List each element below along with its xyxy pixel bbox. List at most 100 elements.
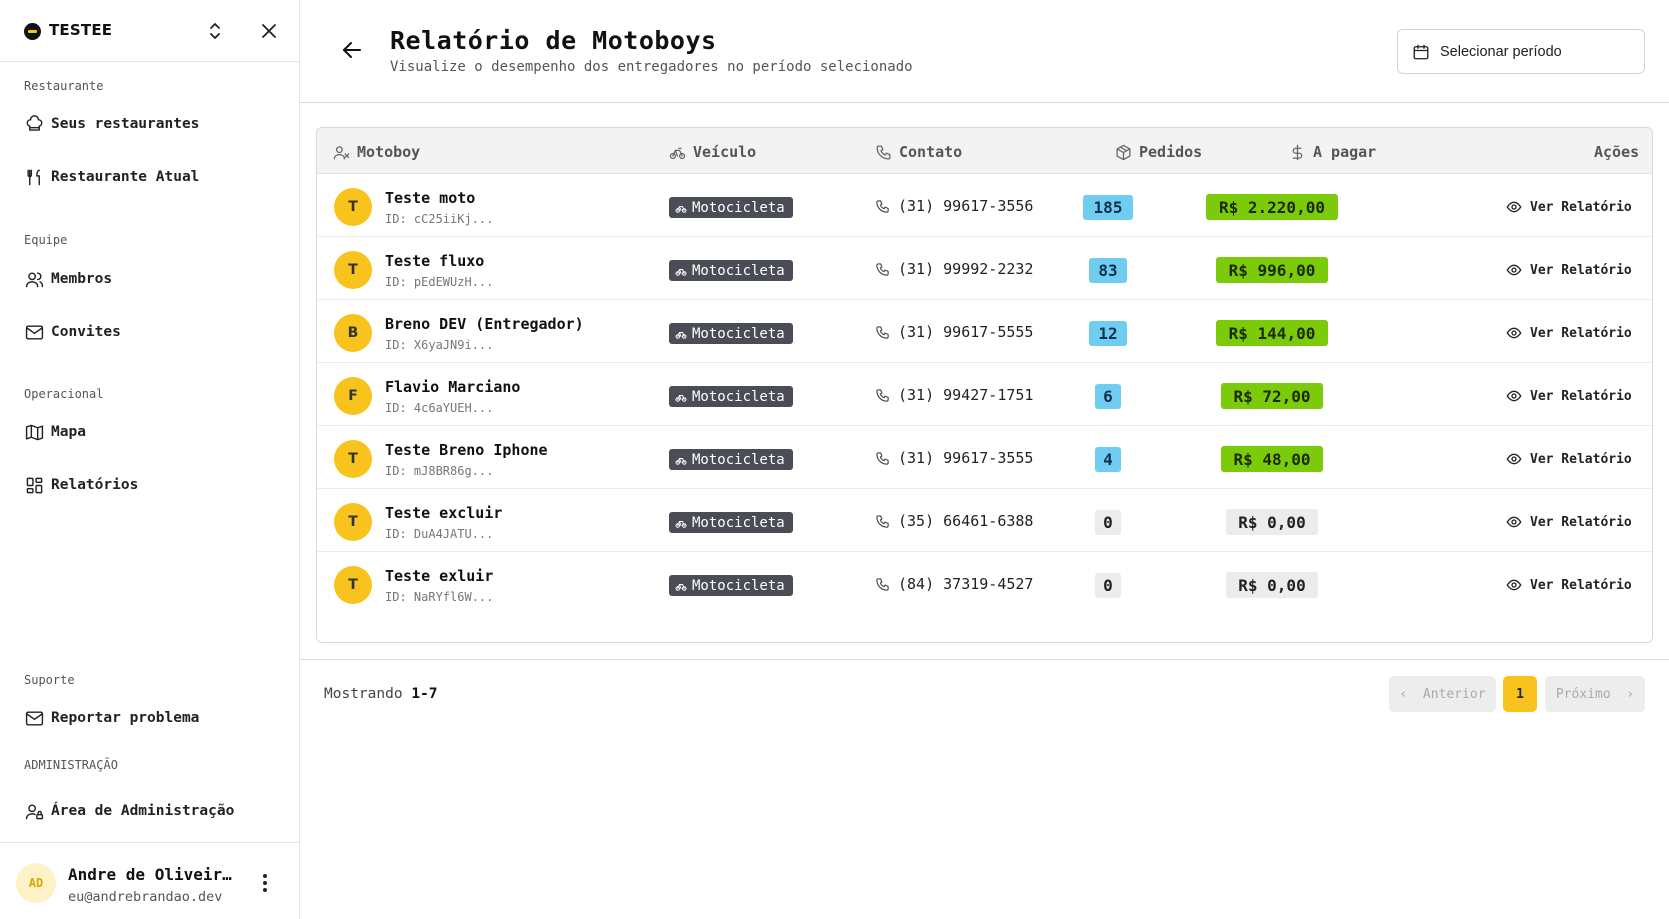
motoboy-name: Breno DEV (Entregador) xyxy=(385,315,584,333)
section-label-equipe: Equipe xyxy=(24,233,68,247)
chef-hat-icon xyxy=(26,114,43,131)
previous-label: Anterior xyxy=(1422,686,1486,702)
map-icon xyxy=(25,424,44,440)
view-report-button[interactable]: Ver Relatório xyxy=(1506,577,1632,593)
orders-badge: 83 xyxy=(1089,258,1127,283)
page-header: Relatório de Motoboys Visualize o desemp… xyxy=(300,0,1669,103)
more-vertical-icon[interactable] xyxy=(256,871,274,895)
vehicle-label: Motocicleta xyxy=(692,451,785,468)
close-icon[interactable] xyxy=(259,20,279,42)
mail-icon xyxy=(25,324,44,340)
sidebar-item-membros[interactable]: Membros xyxy=(16,261,284,297)
view-report-label: Ver Relatório xyxy=(1530,577,1632,593)
pagination-next-button[interactable]: Próximo › xyxy=(1545,676,1645,712)
eye-icon xyxy=(1506,579,1522,591)
table-row: B Breno DEV (Entregador) ID: X6yaJN9i... Mo… xyxy=(317,300,1652,363)
orders-badge: 6 xyxy=(1095,384,1121,409)
view-report-button[interactable]: Ver Relatório xyxy=(1506,262,1632,278)
motoboy-name: Teste excluir xyxy=(385,504,503,522)
phone-number: (31) 99617-5555 xyxy=(898,323,1034,341)
view-report-button[interactable]: Ver Relatório xyxy=(1506,388,1632,404)
pagination-page-1[interactable]: 1 xyxy=(1503,676,1537,712)
amount-due-badge: R$ 2.220,00 xyxy=(1205,194,1339,220)
pagination-summary: Mostrando 1-7 xyxy=(324,686,438,702)
sidebar-item-convites[interactable]: Convites xyxy=(16,314,284,350)
chevrons-up-down-icon[interactable] xyxy=(205,20,225,42)
user-x-icon xyxy=(333,145,350,160)
select-period-button[interactable]: Selecionar período xyxy=(1397,29,1645,74)
motoboy-name: Teste moto xyxy=(385,189,476,207)
sidebar-item-label: Restaurante Atual xyxy=(51,169,200,185)
table-row: T Teste excluir ID: DuA4JATU... Motocicleta… xyxy=(317,489,1652,552)
contact-phone: (31) 99617-3555 xyxy=(875,449,1033,467)
user-lock-icon xyxy=(25,803,44,819)
section-label-restaurante: Restaurante xyxy=(24,79,104,93)
amount-due-badge: R$ 996,00 xyxy=(1216,257,1328,283)
column-label: Motoboy xyxy=(357,143,421,161)
restaurant-switcher[interactable]: TESTEE xyxy=(0,0,299,62)
view-report-button[interactable]: Ver Relatório xyxy=(1506,325,1632,341)
sidebar-item-relatorios[interactable]: Relatórios xyxy=(16,467,284,503)
column-header-a-pagar: A pagar xyxy=(1289,143,1376,161)
column-label: Veículo xyxy=(693,143,757,161)
chevron-left-icon: ‹ xyxy=(1399,686,1423,702)
phone-icon xyxy=(876,577,889,591)
eye-icon xyxy=(1506,201,1522,213)
orders-badge: 4 xyxy=(1095,447,1121,472)
table-row: F Flavio Marciano ID: 4c6aYUEH... Motocicle… xyxy=(317,363,1652,426)
motoboy-avatar: T xyxy=(334,440,372,478)
motoboy-id: ID: X6yaJN9i... xyxy=(385,338,494,352)
view-report-label: Ver Relatório xyxy=(1530,325,1632,341)
user-email: eu@andrebrandao.dev xyxy=(68,889,223,905)
phone-number: (31) 99427-1751 xyxy=(898,386,1034,404)
vehicle-badge: Motocicleta xyxy=(669,449,793,470)
user-profile[interactable]: AD Andre de Oliveira Brandão eu@andrebra… xyxy=(0,842,299,919)
amount-due-badge: R$ 144,00 xyxy=(1216,320,1328,346)
eye-icon xyxy=(1506,264,1522,276)
vehicle-label: Motocicleta xyxy=(692,262,785,279)
motoboy-id: ID: mJ8BR86g... xyxy=(385,464,494,478)
sidebar-item-label: Membros xyxy=(51,271,113,287)
view-report-button[interactable]: Ver Relatório xyxy=(1506,514,1632,530)
section-label-operacional: Operacional xyxy=(24,387,104,401)
phone-number: (84) 37319-4527 xyxy=(898,575,1034,593)
sidebar-item-restaurante-atual[interactable]: Restaurante Atual xyxy=(16,159,284,195)
contact-phone: (31) 99427-1751 xyxy=(875,386,1033,404)
vehicle-label: Motocicleta xyxy=(692,388,785,405)
sidebar: TESTEE Restaurante Seus restaurantes Res… xyxy=(0,0,300,919)
divider xyxy=(300,659,1669,660)
arrow-left-icon[interactable] xyxy=(340,38,364,62)
sidebar-item-seus-restaurantes[interactable]: Seus restaurantes xyxy=(16,106,284,142)
view-report-button[interactable]: Ver Relatório xyxy=(1506,199,1632,215)
sidebar-item-area-administracao[interactable]: Área de Administração xyxy=(16,793,284,829)
vehicle-badge: Motocicleta xyxy=(669,323,793,344)
view-report-button[interactable]: Ver Relatório xyxy=(1506,451,1632,467)
avatar: AD xyxy=(16,863,56,903)
orders-badge: 185 xyxy=(1083,195,1133,220)
vehicle-badge: Motocicleta xyxy=(669,260,793,281)
contact-phone: (35) 66461-6388 xyxy=(875,512,1033,530)
bike-icon xyxy=(675,205,687,213)
phone-icon xyxy=(876,199,889,213)
showing-label: Mostrando xyxy=(324,686,403,702)
phone-number: (31) 99617-3556 xyxy=(898,197,1034,215)
motoboy-avatar: T xyxy=(334,188,372,226)
motoboy-id: ID: DuA4JATU... xyxy=(385,527,494,541)
pagination-previous-button[interactable]: ‹ Anterior xyxy=(1389,676,1496,712)
amount-due-badge: R$ 72,00 xyxy=(1221,383,1323,409)
sidebar-item-reportar-problema[interactable]: Reportar problema xyxy=(16,700,284,736)
sidebar-item-label: Seus restaurantes xyxy=(51,116,200,132)
calendar-icon xyxy=(1413,44,1429,59)
sidebar-item-mapa[interactable]: Mapa xyxy=(16,414,284,450)
orders-badge: 0 xyxy=(1095,573,1121,598)
column-label: A pagar xyxy=(1313,143,1377,161)
layout-grid-icon xyxy=(26,477,43,493)
next-label: Próximo xyxy=(1555,686,1611,702)
restaurant-logo xyxy=(24,23,41,40)
bike-icon xyxy=(675,331,687,339)
phone-icon xyxy=(876,325,889,339)
motoboy-name: Teste Breno Iphone xyxy=(385,441,548,459)
phone-icon xyxy=(876,262,889,276)
motoboy-id: ID: NaRYfl6W... xyxy=(385,590,494,604)
motoboy-name: Teste fluxo xyxy=(385,252,485,270)
